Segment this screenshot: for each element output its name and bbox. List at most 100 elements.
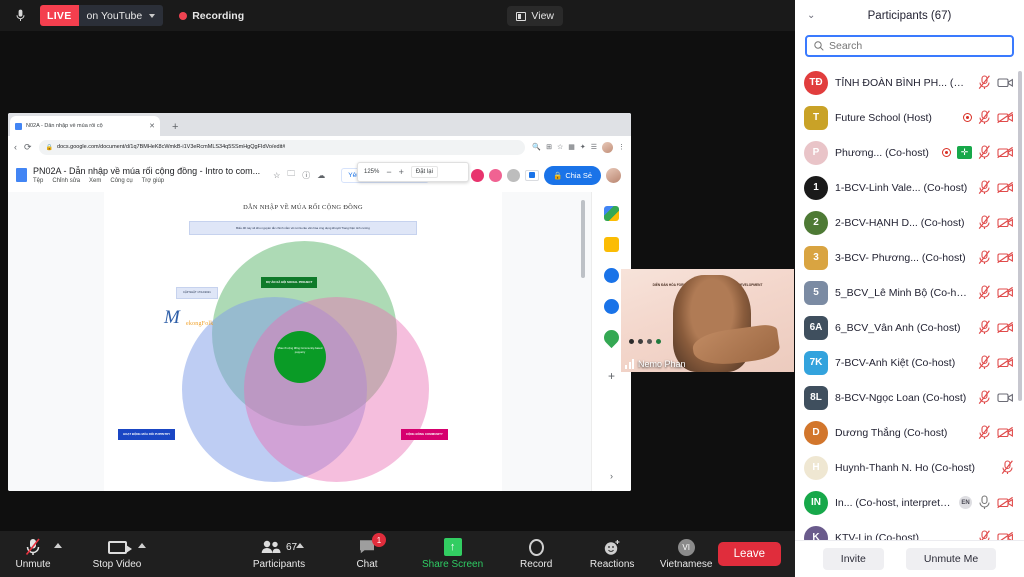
camera-icon[interactable] <box>997 391 1014 404</box>
add-icon[interactable]: + <box>608 369 615 383</box>
keep-icon[interactable] <box>604 237 619 252</box>
participant-row[interactable]: TFuture School (Host) <box>795 100 1024 135</box>
bookmark-star-icon[interactable]: ☆ <box>557 143 563 151</box>
cloud-icon[interactable]: ☁ <box>317 171 325 180</box>
participants-caret-icon[interactable] <box>296 543 304 548</box>
install-icon[interactable]: ⊞ <box>546 143 552 151</box>
mic-muted-icon[interactable] <box>978 530 991 540</box>
new-tab-button[interactable]: + <box>172 121 178 133</box>
record-button[interactable]: Record <box>509 531 563 577</box>
leave-button[interactable]: Leave <box>718 542 781 566</box>
zoom-icon[interactable]: 🔍 <box>532 143 541 151</box>
zoom-out-button[interactable]: − <box>386 167 391 177</box>
audio-options-caret-icon[interactable] <box>54 543 62 548</box>
zoom-in-button[interactable]: + <box>399 167 404 177</box>
chevron-down-icon[interactable] <box>149 14 155 18</box>
live-stream-status[interactable]: LIVE on YouTube <box>40 5 163 26</box>
nonverbal-feedback-icon[interactable]: ✛ <box>957 146 972 159</box>
browser-zoom-popup[interactable]: 125% − + Đặt lại <box>357 162 469 182</box>
reload-icon[interactable]: ⟳ <box>24 142 32 153</box>
stop-video-button[interactable]: Stop Video <box>90 531 144 577</box>
star-icon[interactable]: ☆ <box>273 171 280 180</box>
stream-target[interactable]: on YouTube <box>79 5 164 26</box>
mic-muted-icon[interactable] <box>978 285 991 300</box>
extension-icon[interactable]: ▦ <box>568 143 575 151</box>
account-avatar[interactable] <box>606 168 621 183</box>
mic-muted-icon[interactable] <box>978 425 991 440</box>
camera-off-icon[interactable] <box>997 111 1014 124</box>
unmute-me-button[interactable]: Unmute Me <box>906 548 996 570</box>
chat-button[interactable]: Chat 1 <box>340 531 394 577</box>
mic-muted-icon[interactable] <box>978 250 991 265</box>
menu-item-file[interactable]: Tệp <box>33 178 43 184</box>
camera-off-icon[interactable] <box>997 251 1014 264</box>
view-button[interactable]: View <box>507 6 563 26</box>
participant-row[interactable]: 6A6_BCV_Vân Anh (Co-host) <box>795 310 1024 345</box>
mic-muted-icon[interactable] <box>978 320 991 335</box>
mic-muted-icon[interactable] <box>978 355 991 370</box>
participant-row[interactable]: DDương Thắng (Co-host) <box>795 415 1024 450</box>
mic-muted-icon[interactable] <box>1001 460 1014 475</box>
camera-off-icon[interactable] <box>997 496 1014 509</box>
participant-row[interactable]: 11-BCV-Linh Vale... (Co-host) <box>795 170 1024 205</box>
participant-row[interactable]: 22-BCV-HẠNH D... (Co-host) <box>795 205 1024 240</box>
participants-list[interactable]: TĐTỈNH ĐOÀN BÌNH PH... (me)TFuture Schoo… <box>795 65 1024 540</box>
camera-off-icon[interactable] <box>997 146 1014 159</box>
mic-muted-icon[interactable] <box>978 390 991 405</box>
participant-row[interactable]: TĐTỈNH ĐOÀN BÌNH PH... (me) <box>795 65 1024 100</box>
camera-off-icon[interactable] <box>997 216 1014 229</box>
mic-icon[interactable] <box>978 495 991 510</box>
menu-item-help[interactable]: Trợ giúp <box>142 178 164 184</box>
participant-row[interactable]: HHuynh-Thanh N. Ho (Co-host) <box>795 450 1024 485</box>
mic-muted-icon[interactable] <box>978 110 991 125</box>
camera-icon[interactable] <box>997 76 1014 89</box>
reactions-button[interactable]: Reactions <box>585 531 639 577</box>
invite-button[interactable]: Invite <box>823 548 884 570</box>
menu-item-view[interactable]: Xem <box>89 178 101 184</box>
interpretation-button[interactable]: VI Vietnamese <box>659 531 713 577</box>
camera-off-icon[interactable] <box>997 321 1014 334</box>
search-input[interactable] <box>829 40 1005 52</box>
active-speaker-thumbnail[interactable]: DIỄN ĐÀN HÓA FORUM ON AR TRIỂN CỘNG ĐỒNG… <box>621 269 794 372</box>
unmute-button[interactable]: Unmute <box>6 531 60 577</box>
tasks-icon[interactable] <box>604 268 619 283</box>
participant-row[interactable]: 7K7-BCV-Anh Kiệt (Co-host) <box>795 345 1024 380</box>
maps-icon[interactable] <box>601 327 622 348</box>
share-button[interactable]: 🔒 Chia Sẻ <box>544 166 601 185</box>
back-icon[interactable]: ‹ <box>14 142 17 152</box>
participants-button[interactable]: 67 Participants <box>252 531 306 577</box>
camera-off-icon[interactable] <box>997 426 1014 439</box>
reading-list-icon[interactable]: ☰ <box>591 143 597 151</box>
address-bar[interactable]: 🔒 docs.google.com/document/d/1q7BMHeK8cW… <box>39 140 526 155</box>
calendar-icon[interactable] <box>604 206 619 221</box>
participant-row[interactable]: 8L8-BCV-Ngọc Loan (Co-host) <box>795 380 1024 415</box>
extensions-puzzle-icon[interactable]: ✦ <box>580 143 586 151</box>
document-title[interactable]: PN02A - Dẫn nhập về múa rối cộng đồng - … <box>33 166 260 176</box>
camera-off-icon[interactable] <box>997 531 1014 540</box>
contacts-icon[interactable] <box>604 299 619 314</box>
camera-off-icon[interactable] <box>997 181 1014 194</box>
video-options-caret-icon[interactable] <box>138 543 146 548</box>
participants-scrollbar[interactable] <box>1018 71 1022 401</box>
participants-search-box[interactable] <box>805 35 1014 57</box>
mic-muted-icon[interactable] <box>978 75 991 90</box>
participant-row[interactable]: KKTV-Lin (Co-host) <box>795 520 1024 540</box>
share-screen-button[interactable]: ↑ Share Screen <box>422 531 483 577</box>
close-icon[interactable]: ✕ <box>149 122 155 130</box>
mic-muted-icon[interactable] <box>978 145 991 160</box>
document-scrollbar[interactable] <box>581 200 585 278</box>
comment-history-icon[interactable] <box>525 170 539 181</box>
participant-row[interactable]: 55_BCV_Lê Minh Bộ (Co-host) <box>795 275 1024 310</box>
chevron-down-icon[interactable]: ⌄ <box>807 10 815 21</box>
mic-muted-icon[interactable] <box>978 215 991 230</box>
participant-row[interactable]: PPhương... (Co-host)✛ <box>795 135 1024 170</box>
participant-row[interactable]: 33-BCV- Phương... (Co-host) <box>795 240 1024 275</box>
browser-tab[interactable]: N02A - Dẫn nhập về múa rối cộ ✕ <box>10 116 160 136</box>
browser-profile-avatar[interactable] <box>602 142 613 153</box>
participant-row[interactable]: INIn... (Co-host, interpreter)EN <box>795 485 1024 520</box>
expand-icon[interactable]: › <box>610 471 613 481</box>
move-folder-icon[interactable]: 🗀 <box>287 168 295 182</box>
zoom-reset-button[interactable]: Đặt lại <box>411 166 438 178</box>
mic-muted-icon[interactable] <box>978 180 991 195</box>
camera-off-icon[interactable] <box>997 356 1014 369</box>
